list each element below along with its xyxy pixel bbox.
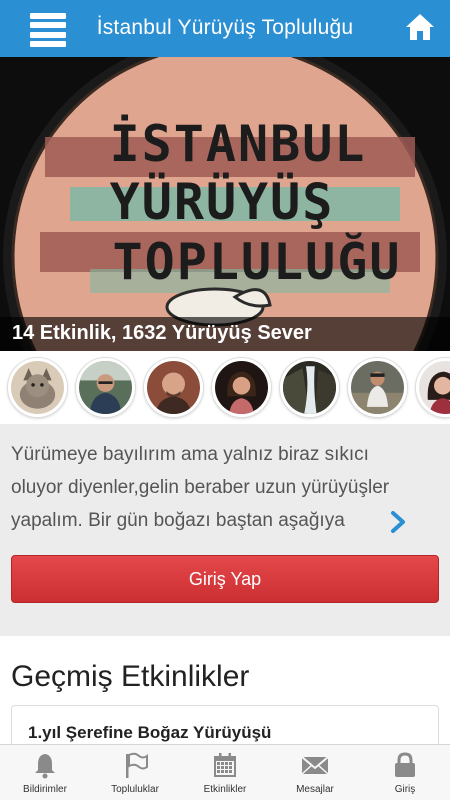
tab-bildirimler[interactable]: Bildirimler	[0, 745, 90, 800]
community-description-panel: Yürümeye bayılırım ama yalnız biraz sıkı…	[0, 424, 450, 636]
chevron-right-icon[interactable]	[389, 511, 407, 533]
login-button[interactable]: Giriş Yap	[11, 555, 439, 603]
tab-label: Giriş	[394, 784, 416, 795]
member-avatar-woman[interactable]	[212, 358, 271, 417]
member-avatar-waterfall[interactable]	[280, 358, 339, 417]
bottom-tab-bar: Bildirimler Topluluklar Etkinlikler Mesa…	[0, 744, 450, 800]
bell-icon	[35, 754, 55, 779]
member-avatar-hiker[interactable]	[348, 358, 407, 417]
flag-icon	[126, 752, 148, 778]
tab-label: Bildirimler	[23, 784, 67, 795]
envelope-icon	[301, 756, 329, 775]
top-bar: İstanbul Yürüyüş Topluluğu	[0, 0, 450, 57]
tab-label: Topluluklar	[111, 784, 159, 795]
past-events-heading: Geçmiş Etkinlikler	[11, 660, 250, 693]
page-title: İstanbul Yürüyüş Topluluğu	[96, 16, 354, 39]
member-avatars-strip[interactable]	[0, 351, 450, 424]
community-stats-caption: 14 Etkinlik, 1632 Yürüyüş Sever	[0, 317, 450, 351]
tab-etkinlikler[interactable]: Etkinlikler	[180, 745, 270, 800]
description-line: Yürümeye bayılırım ama yalnız biraz sıkı…	[11, 444, 369, 465]
tab-label: Etkinlikler	[203, 784, 247, 795]
member-avatar-woman-partial[interactable]	[416, 358, 450, 417]
community-logo: İSTANBUL YÜRÜYÜŞ TOPLULUĞU	[0, 57, 450, 351]
tab-label: Mesajlar	[296, 784, 334, 795]
member-avatar-cat[interactable]	[8, 358, 67, 417]
community-cover-image: İSTANBUL YÜRÜYÜŞ TOPLULUĞU 14 Etkinlik, …	[0, 57, 450, 351]
home-icon[interactable]	[404, 11, 436, 43]
description-line: yapalım. Bir gün boğazı baştan aşağıya	[11, 510, 345, 531]
tab-mesajlar[interactable]: Mesajlar	[270, 745, 360, 800]
tab-giris[interactable]: Giriş	[360, 745, 450, 800]
logo-text-line: YÜRÜYÜŞ	[110, 172, 335, 231]
description-line: oluyor diyenler,gelin beraber uzun yürüy…	[11, 477, 390, 498]
tab-topluluklar[interactable]: Topluluklar	[90, 745, 180, 800]
community-description: Yürümeye bayılırım ama yalnız biraz sıkı…	[11, 438, 411, 537]
calendar-icon	[214, 753, 236, 777]
member-avatar-man-glasses[interactable]	[76, 358, 135, 417]
logo-text-line: İSTANBUL	[110, 115, 367, 173]
lock-icon	[395, 752, 415, 777]
member-avatar-bald-man[interactable]	[144, 358, 203, 417]
logo-text-line: TOPLULUĞU	[113, 232, 402, 291]
event-title: 1.yıl Şerefine Boğaz Yürüyüşü	[28, 723, 272, 742]
